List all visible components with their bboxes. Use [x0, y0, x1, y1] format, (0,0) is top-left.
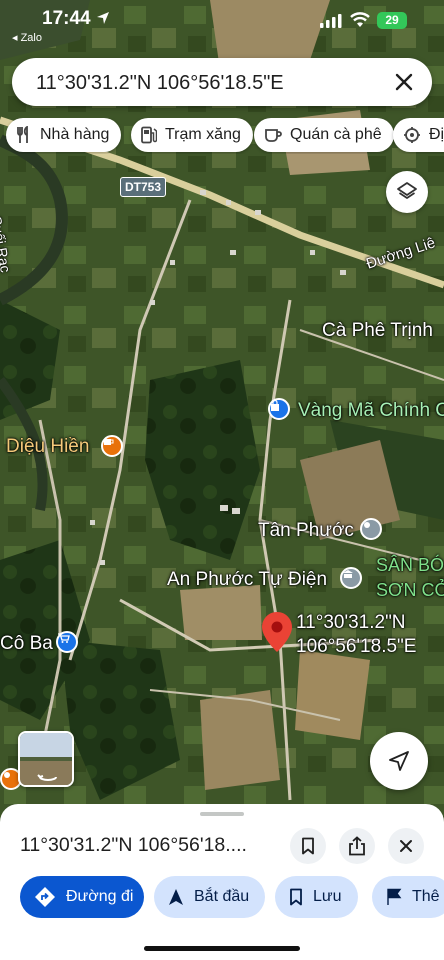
search-bar[interactable]: 11°30'31.2"N 106°56'18.5"E	[12, 58, 432, 106]
place-label-an-phuoc[interactable]: An Phước Tự Điện	[167, 569, 327, 591]
coffee-icon	[265, 129, 282, 142]
restaurant-icon	[17, 126, 28, 143]
shopping-cart-icon	[58, 633, 70, 643]
food-icon	[4, 772, 10, 778]
add-label-button[interactable]: Thê	[372, 876, 444, 918]
directions-button[interactable]: Đường đi	[20, 876, 144, 918]
temple-poi-icon[interactable]	[340, 567, 362, 589]
directions-label: Đường đi	[66, 888, 134, 905]
add-label-text: Thê	[412, 888, 440, 905]
close-sheet-button[interactable]	[388, 828, 424, 864]
status-bar: 17:44 ◂ Zalo 29	[0, 0, 444, 48]
gas-station-icon	[141, 126, 157, 144]
place-label-ca-phe-trinh[interactable]: Cà Phê Trịnh	[322, 320, 433, 342]
bag-icon	[271, 400, 279, 411]
chip-attractions[interactable]: Địa	[393, 118, 444, 152]
navigation-arrow-icon	[169, 889, 183, 905]
place-label-tan-phuoc[interactable]: Tân Phước	[258, 520, 354, 542]
status-time: 17:44	[42, 8, 91, 29]
cafe-poi-icon[interactable]	[101, 435, 123, 457]
my-location-button[interactable]	[370, 732, 428, 790]
drag-handle[interactable]	[200, 812, 244, 816]
bookmark-icon	[302, 837, 314, 855]
pin-label-longitude: 106°56'18.5"E	[296, 636, 417, 657]
place-label-vang-ma[interactable]: Vàng Mã Chính C	[298, 400, 444, 422]
close-icon[interactable]	[392, 70, 416, 94]
save-button[interactable]: Lưu	[275, 876, 358, 918]
cellular-signal-icon	[320, 14, 342, 28]
battery-indicator: 29	[377, 12, 407, 29]
cart-poi-icon[interactable]	[56, 631, 78, 653]
attraction-icon	[404, 127, 420, 143]
navigation-arrow-icon	[389, 751, 409, 771]
place-title: 11°30'31.2"N 106°56'18....	[20, 834, 247, 856]
chip-coffee-shops[interactable]: Quán cà phê	[254, 118, 394, 152]
start-label: Bắt đầu	[194, 888, 250, 905]
map-pin-icon[interactable]	[262, 612, 292, 652]
street-view-icon	[20, 733, 72, 785]
layers-button[interactable]	[386, 171, 428, 213]
home-indicator[interactable]	[144, 946, 300, 951]
place-label-san-bong-1[interactable]: SÂN BÓ	[376, 555, 444, 576]
location-services-icon	[97, 12, 109, 24]
chip-gas-stations[interactable]: Trạm xăng	[131, 118, 253, 152]
share-icon	[349, 836, 365, 856]
save-label: Lưu	[313, 888, 342, 905]
street-view-thumbnail[interactable]	[18, 731, 74, 787]
close-icon	[400, 840, 412, 852]
directions-icon	[35, 887, 55, 907]
flag-icon	[387, 888, 402, 905]
place-label-san-bong-2[interactable]: SƠN CỎ	[376, 580, 444, 601]
chip-label: Nhà hàng	[40, 126, 110, 143]
place-label-dieu-hien[interactable]: Diệu Hiền	[6, 436, 89, 458]
category-chips: Nhà hàng Trạm xăng Quán cà phê Địa	[0, 118, 444, 154]
chip-label: Địa	[429, 126, 444, 143]
start-button[interactable]: Bắt đầu	[154, 876, 266, 918]
chip-label: Trạm xăng	[165, 126, 241, 143]
coffee-cup-icon	[104, 439, 114, 445]
pin-label-latitude: 11°30'31.2"N	[296, 612, 406, 633]
locality-poi-icon[interactable]	[360, 518, 382, 540]
chip-restaurants[interactable]: Nhà hàng	[6, 118, 122, 152]
wifi-icon	[350, 12, 370, 27]
back-to-app-link[interactable]: ◂ Zalo	[12, 31, 42, 44]
save-icon-button[interactable]	[290, 828, 326, 864]
search-query-text[interactable]: 11°30'31.2"N 106°56'18.5"E	[36, 72, 284, 95]
dot-icon	[364, 522, 370, 528]
place-label-co-ba[interactable]: Cô Ba	[0, 633, 53, 655]
place-bottom-sheet[interactable]: 11°30'31.2"N 106°56'18.... Đường đi Bắt …	[0, 804, 444, 960]
road-shield-dt753: DT753	[120, 177, 167, 197]
bookmark-icon	[290, 888, 302, 906]
layers-icon	[397, 182, 417, 199]
chip-label: Quán cà phê	[290, 126, 382, 143]
shop-poi-icon[interactable]	[268, 398, 290, 420]
building-icon	[343, 570, 353, 578]
share-button[interactable]	[339, 828, 375, 864]
